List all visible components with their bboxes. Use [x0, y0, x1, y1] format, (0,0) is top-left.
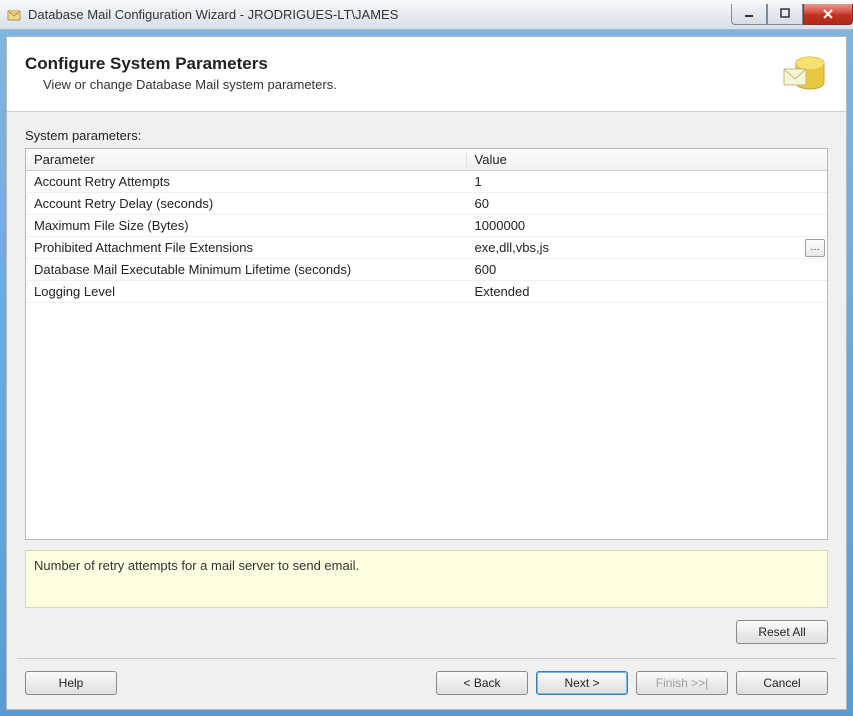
table-row[interactable]: Logging LevelExtended	[26, 281, 827, 303]
cell-parameter: Maximum File Size (Bytes)	[26, 215, 467, 236]
help-button[interactable]: Help	[25, 671, 117, 695]
cell-parameter: Database Mail Executable Minimum Lifetim…	[26, 259, 467, 280]
table-row[interactable]: Account Retry Attempts1	[26, 171, 827, 193]
finish-button[interactable]: Finish >>|	[636, 671, 728, 695]
cell-parameter: Account Retry Delay (seconds)	[26, 193, 467, 214]
column-header-parameter[interactable]: Parameter	[26, 152, 467, 167]
close-button[interactable]	[803, 4, 853, 25]
cell-value[interactable]: 60	[467, 193, 827, 214]
table-row[interactable]: Maximum File Size (Bytes)1000000	[26, 215, 827, 237]
cell-value[interactable]: Extended	[467, 281, 827, 302]
ellipsis-button[interactable]: …	[805, 239, 825, 257]
table-row[interactable]: Database Mail Executable Minimum Lifetim…	[26, 259, 827, 281]
minimize-icon	[744, 8, 755, 19]
cell-parameter: Account Retry Attempts	[26, 171, 467, 192]
wizard-header: Configure System Parameters View or chan…	[7, 37, 846, 112]
cell-parameter: Prohibited Attachment File Extensions	[26, 237, 467, 258]
maximize-button[interactable]	[767, 4, 803, 25]
page-title: Configure System Parameters	[25, 54, 780, 74]
mail-database-icon	[780, 49, 828, 97]
close-icon	[822, 8, 834, 20]
minimize-button[interactable]	[731, 4, 767, 25]
window-title: Database Mail Configuration Wizard - JRO…	[28, 7, 731, 22]
table-body: Account Retry Attempts1Account Retry Del…	[26, 171, 827, 539]
table-row[interactable]: Prohibited Attachment File Extensionsexe…	[26, 237, 827, 259]
cancel-button[interactable]: Cancel	[736, 671, 828, 695]
wizard-footer: Help < Back Next > Finish >>| Cancel	[7, 659, 846, 709]
cell-value[interactable]: 600	[467, 259, 827, 280]
hint-text: Number of retry attempts for a mail serv…	[25, 550, 828, 608]
back-button[interactable]: < Back	[436, 671, 528, 695]
page-subtitle: View or change Database Mail system para…	[43, 77, 780, 92]
content-area: System parameters: Parameter Value Accou…	[7, 112, 846, 658]
parameters-table: Parameter Value Account Retry Attempts1A…	[25, 148, 828, 540]
titlebar: Database Mail Configuration Wizard - JRO…	[0, 0, 853, 30]
next-button[interactable]: Next >	[536, 671, 628, 695]
cell-parameter: Logging Level	[26, 281, 467, 302]
table-header: Parameter Value	[26, 149, 827, 171]
maximize-icon	[780, 8, 791, 19]
reset-all-button[interactable]: Reset All	[736, 620, 828, 644]
cell-value[interactable]: 1000000	[467, 215, 827, 236]
app-icon	[6, 7, 22, 23]
column-header-value[interactable]: Value	[467, 152, 827, 167]
cell-value[interactable]: 1	[467, 171, 827, 192]
window-body: Configure System Parameters View or chan…	[6, 36, 847, 710]
table-label: System parameters:	[25, 128, 828, 143]
table-row[interactable]: Account Retry Delay (seconds)60	[26, 193, 827, 215]
window-controls	[731, 4, 853, 25]
cell-value[interactable]: exe,dll,vbs,js…	[467, 237, 827, 258]
